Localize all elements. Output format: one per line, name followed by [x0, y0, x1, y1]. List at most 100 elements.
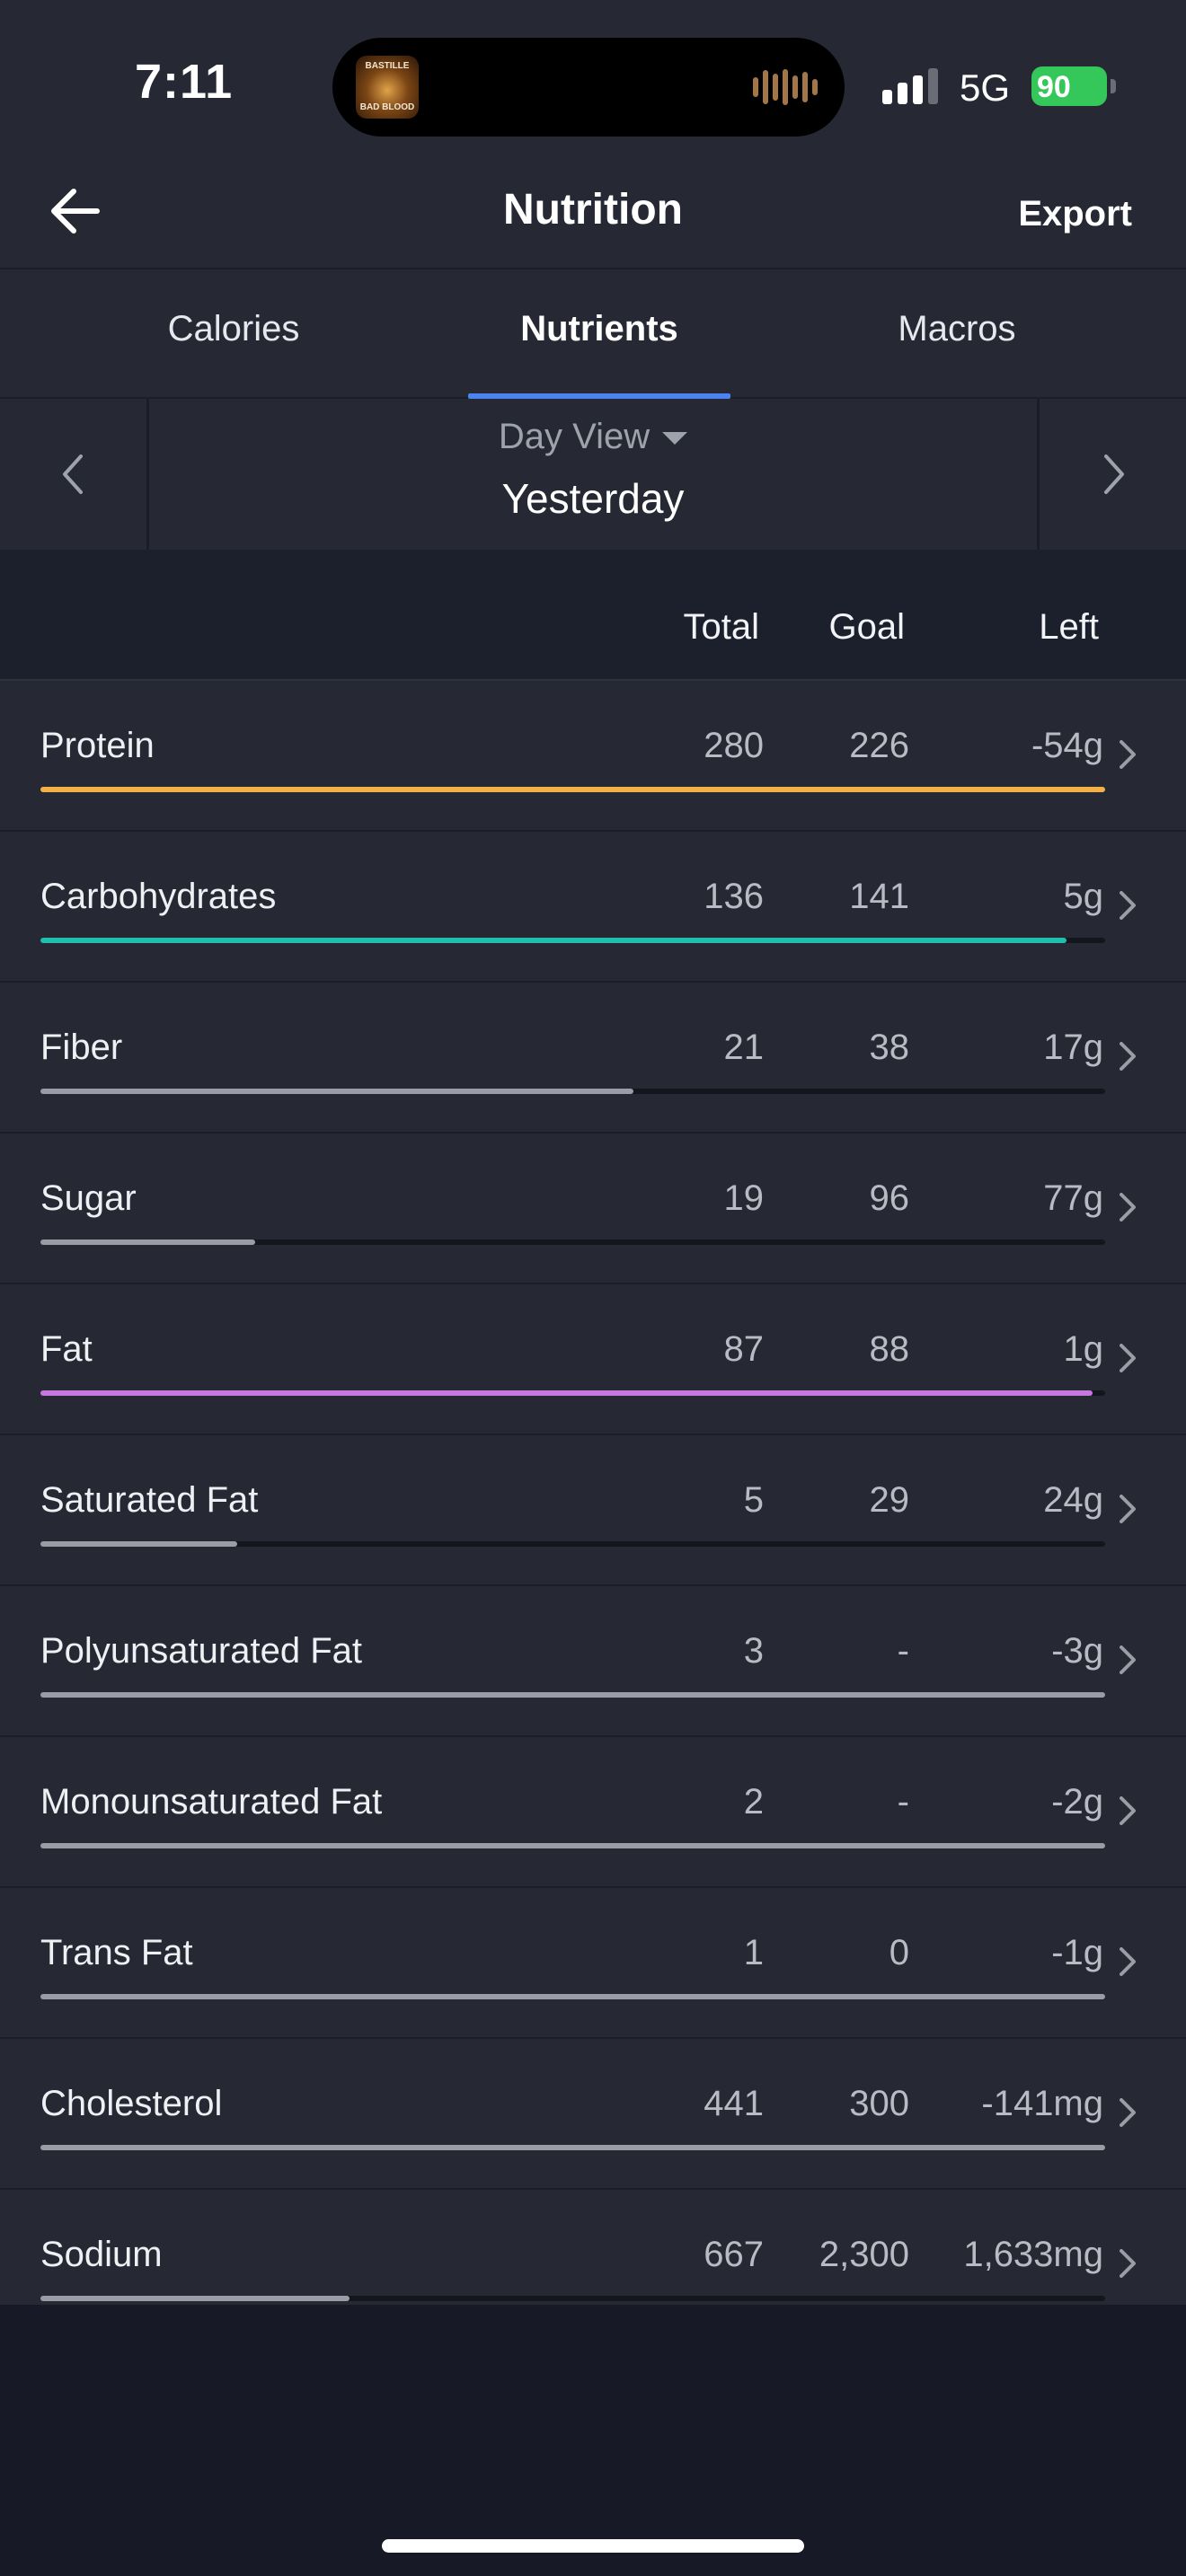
progress-track: [40, 787, 1105, 792]
nutrient-left: 24g: [1043, 1480, 1103, 1520]
nutrient-row[interactable]: Sugar 19 96 77g: [0, 1134, 1186, 1284]
column-header-total: Total: [683, 607, 760, 647]
nutrient-left: 1g: [1063, 1329, 1104, 1369]
progress-fill: [40, 938, 1067, 943]
tab-calories[interactable]: Calories: [144, 309, 323, 349]
progress-fill: [40, 787, 1105, 792]
progress-track: [40, 1089, 1105, 1094]
nutrient-goal: 0: [889, 1933, 909, 1972]
nutrient-row[interactable]: Fiber 21 38 17g: [0, 983, 1186, 1134]
nutrient-name: Protein: [40, 726, 155, 765]
nutrient-row[interactable]: Polyunsaturated Fat 3 - -3g: [0, 1586, 1186, 1737]
nutrient-name: Saturated Fat: [40, 1480, 259, 1520]
empty-area: [0, 2305, 1186, 2576]
chevron-right-icon: [1120, 1645, 1136, 1674]
chevron-right-icon: [1120, 1042, 1136, 1071]
nutrient-goal: -: [897, 1631, 909, 1671]
nav-bar: Nutrition Export: [0, 153, 1186, 269]
day-navigator: Day View Yesterday: [0, 399, 1186, 550]
dynamic-island[interactable]: BASTILLE BAD BLOOD: [332, 38, 845, 137]
nutrient-goal: -: [897, 1782, 909, 1822]
nutrient-total: 87: [723, 1329, 765, 1369]
day-view-selector[interactable]: [153, 399, 1033, 550]
battery-level: 90: [1037, 70, 1071, 104]
progress-track: [40, 2145, 1105, 2150]
tab-macros[interactable]: Macros: [867, 309, 1047, 349]
progress-fill: [40, 1541, 237, 1547]
album-title-bottom: BAD BLOOD: [359, 102, 415, 112]
nutrient-goal: 38: [869, 1028, 910, 1067]
chevron-right-icon: [1120, 740, 1136, 769]
status-time: 7:11: [135, 55, 234, 109]
nutrient-name: Polyunsaturated Fat: [40, 1631, 362, 1671]
nutrient-total: 136: [704, 877, 764, 916]
nutrient-left: 17g: [1043, 1028, 1103, 1067]
nutrient-left: -1g: [1051, 1933, 1103, 1972]
chevron-right-icon: [1120, 2098, 1136, 2127]
nutrient-name: Monounsaturated Fat: [40, 1782, 383, 1822]
progress-track: [40, 1541, 1105, 1547]
nutrient-row[interactable]: Protein 280 226 -54g: [0, 681, 1186, 832]
progress-track: [40, 1692, 1105, 1698]
back-button[interactable]: [45, 180, 108, 243]
chevron-right-icon: [1120, 1796, 1136, 1825]
progress-track: [40, 1994, 1105, 1999]
album-title-top: BASTILLE: [365, 61, 410, 71]
nutrient-row[interactable]: Trans Fat 1 0 -1g: [0, 1888, 1186, 2039]
nutrient-total: 441: [704, 2084, 764, 2123]
nutrient-left: -54g: [1031, 726, 1103, 765]
nutrient-total: 667: [704, 2235, 764, 2274]
chevron-right-icon: [1104, 454, 1124, 494]
nutrient-total: 5: [743, 1480, 764, 1520]
next-day-button[interactable]: [1037, 399, 1186, 550]
nutrient-left: 1,633mg: [963, 2235, 1103, 2274]
nutrient-row[interactable]: Saturated Fat 5 29 24g: [0, 1435, 1186, 1586]
progress-track: [40, 1239, 1105, 1245]
audio-waveform-icon: [753, 68, 818, 106]
nutrient-total: 2: [743, 1782, 764, 1822]
progress-fill: [40, 2145, 1105, 2150]
previous-day-button[interactable]: [0, 399, 149, 550]
cellular-signal-icon: [882, 66, 938, 104]
nutrient-name: Sugar: [40, 1178, 137, 1218]
chevron-right-icon: [1120, 1947, 1136, 1976]
progress-track: [40, 1843, 1105, 1848]
progress-fill: [40, 1994, 1105, 1999]
nutrient-row[interactable]: Cholesterol 441 300 -141mg: [0, 2039, 1186, 2190]
progress-fill: [40, 1843, 1105, 1848]
chevron-right-icon: [1120, 891, 1136, 920]
tab-nutrients[interactable]: Nutrients: [465, 309, 734, 349]
nutrient-list: Protein 280 226 -54g Carbohydrates 136 141 5g Fi…: [0, 681, 1186, 2341]
progress-fill: [40, 1692, 1105, 1698]
tab-bar: Calories Nutrients Macros: [0, 269, 1186, 399]
nutrient-row[interactable]: Monounsaturated Fat 2 - -2g: [0, 1737, 1186, 1888]
nutrient-total: 19: [723, 1178, 765, 1218]
nutrient-name: Fiber: [40, 1028, 123, 1067]
nutrient-row[interactable]: Carbohydrates 136 141 5g: [0, 832, 1186, 983]
progress-fill: [40, 1089, 633, 1094]
export-button[interactable]: Export: [1018, 194, 1132, 234]
column-header-goal: Goal: [828, 607, 906, 647]
nutrient-name: Fat: [40, 1329, 93, 1369]
progress-fill: [40, 2296, 350, 2301]
chevron-right-icon: [1120, 1495, 1136, 1523]
home-indicator[interactable]: [382, 2539, 804, 2553]
chevron-right-icon: [1120, 1193, 1136, 1222]
chevron-right-icon: [1120, 2249, 1136, 2278]
nutrient-row[interactable]: Fat 87 88 1g: [0, 1284, 1186, 1435]
nutrient-left: -2g: [1051, 1782, 1103, 1822]
page-title: Nutrition: [503, 186, 683, 234]
column-header-left: Left: [1039, 607, 1099, 647]
nutrient-goal: 226: [849, 726, 909, 765]
progress-fill: [40, 1239, 255, 1245]
nutrient-total: 1: [743, 1933, 764, 1972]
status-bar: 7:11 BASTILLE BAD BLOOD 5G 90: [0, 0, 1186, 153]
nutrient-name: Carbohydrates: [40, 877, 277, 916]
progress-track: [40, 938, 1105, 943]
nutrient-total: 21: [723, 1028, 765, 1067]
nutrient-left: 5g: [1063, 877, 1104, 916]
nutrient-goal: 300: [849, 2084, 909, 2123]
chevron-right-icon: [1120, 1344, 1136, 1372]
progress-track: [40, 2296, 1105, 2301]
nutrient-goal: 96: [869, 1178, 910, 1218]
